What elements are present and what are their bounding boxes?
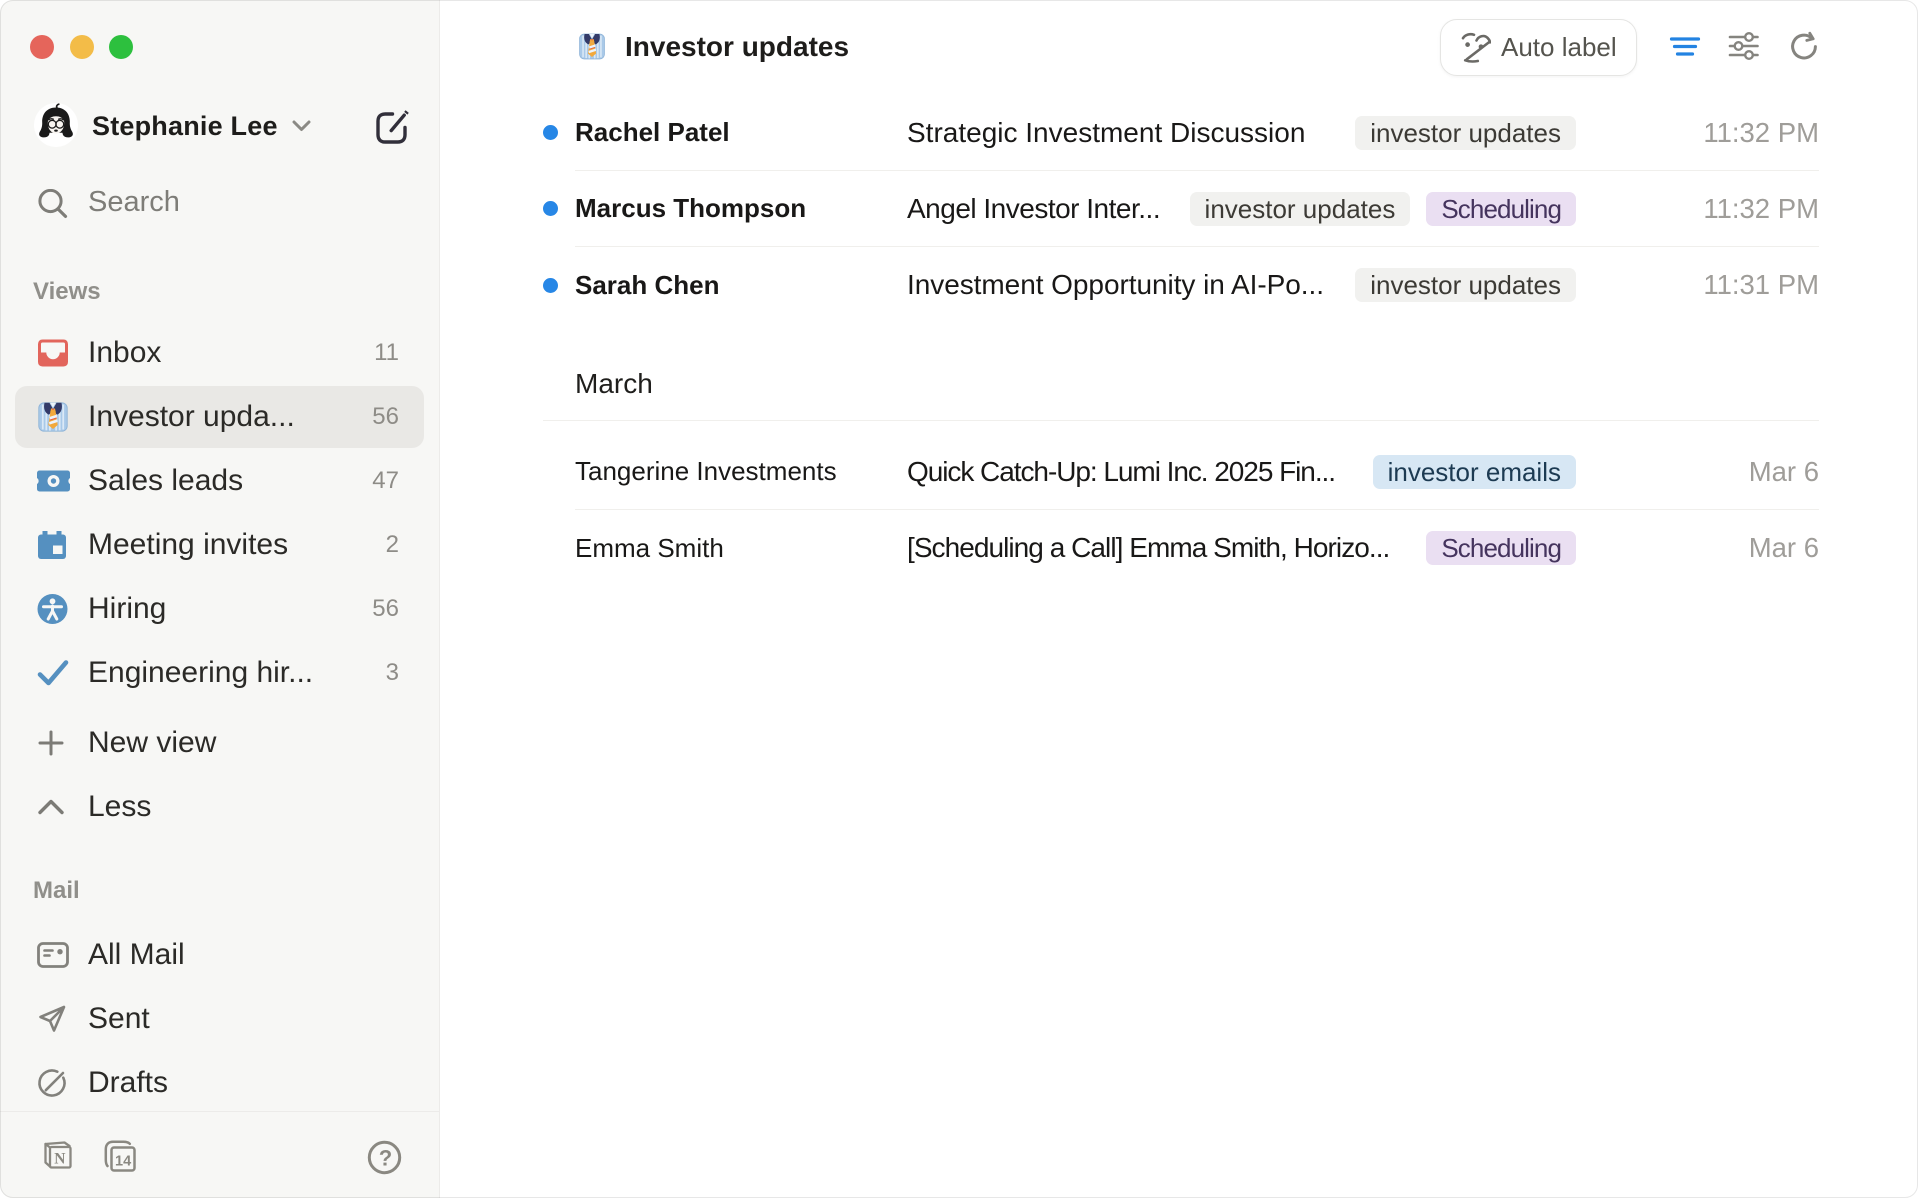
svg-text:?: ? [379, 1146, 392, 1171]
svg-text:N: N [54, 1151, 65, 1168]
svg-text:14: 14 [115, 1154, 131, 1170]
